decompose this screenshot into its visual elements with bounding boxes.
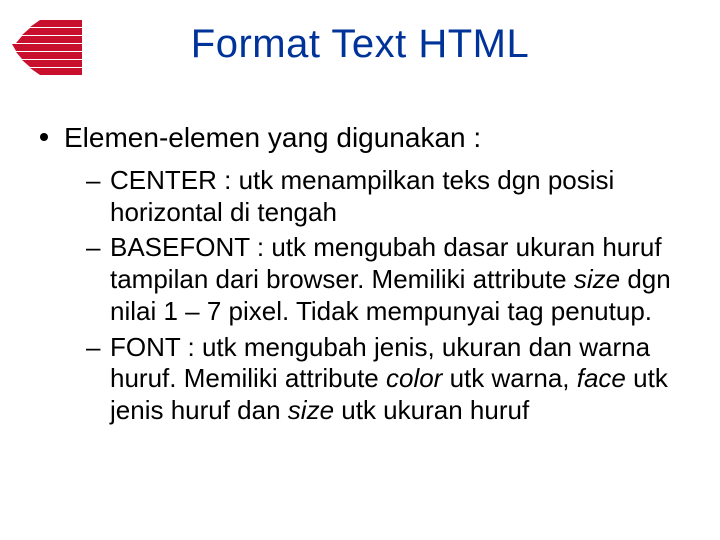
dash-icon: – <box>86 232 100 264</box>
item3-italic-color: color <box>386 363 442 393</box>
item3-italic-face: face <box>577 363 626 393</box>
slide: Format Text HTML Elemen-elemen yang digu… <box>0 0 720 540</box>
item3-part-g: utk ukuran huruf <box>334 395 529 425</box>
bullet-dot-icon <box>40 133 48 141</box>
bullet-level2: – CENTER : utk menampilkan teks dgn posi… <box>40 165 680 228</box>
item3-italic-size: size <box>288 395 334 425</box>
item1-text: CENTER : utk menampilkan teks dgn posisi… <box>110 165 614 227</box>
dash-icon: – <box>86 332 100 364</box>
slide-body: Elemen-elemen yang digunakan : – CENTER … <box>40 120 680 431</box>
bullet-level1: Elemen-elemen yang digunakan : <box>40 120 680 155</box>
bullet1-text: Elemen-elemen yang digunakan : <box>64 122 481 153</box>
item3-part-c: utk warna, <box>442 363 576 393</box>
bullet-level2: – FONT : utk mengubah jenis, ukuran dan … <box>40 332 680 427</box>
dash-icon: – <box>86 165 100 197</box>
slide-title: Format Text HTML <box>0 22 720 67</box>
item2-italic-size: size <box>574 264 620 294</box>
bullet-level2: – BASEFONT : utk mengubah dasar ukuran h… <box>40 232 680 327</box>
